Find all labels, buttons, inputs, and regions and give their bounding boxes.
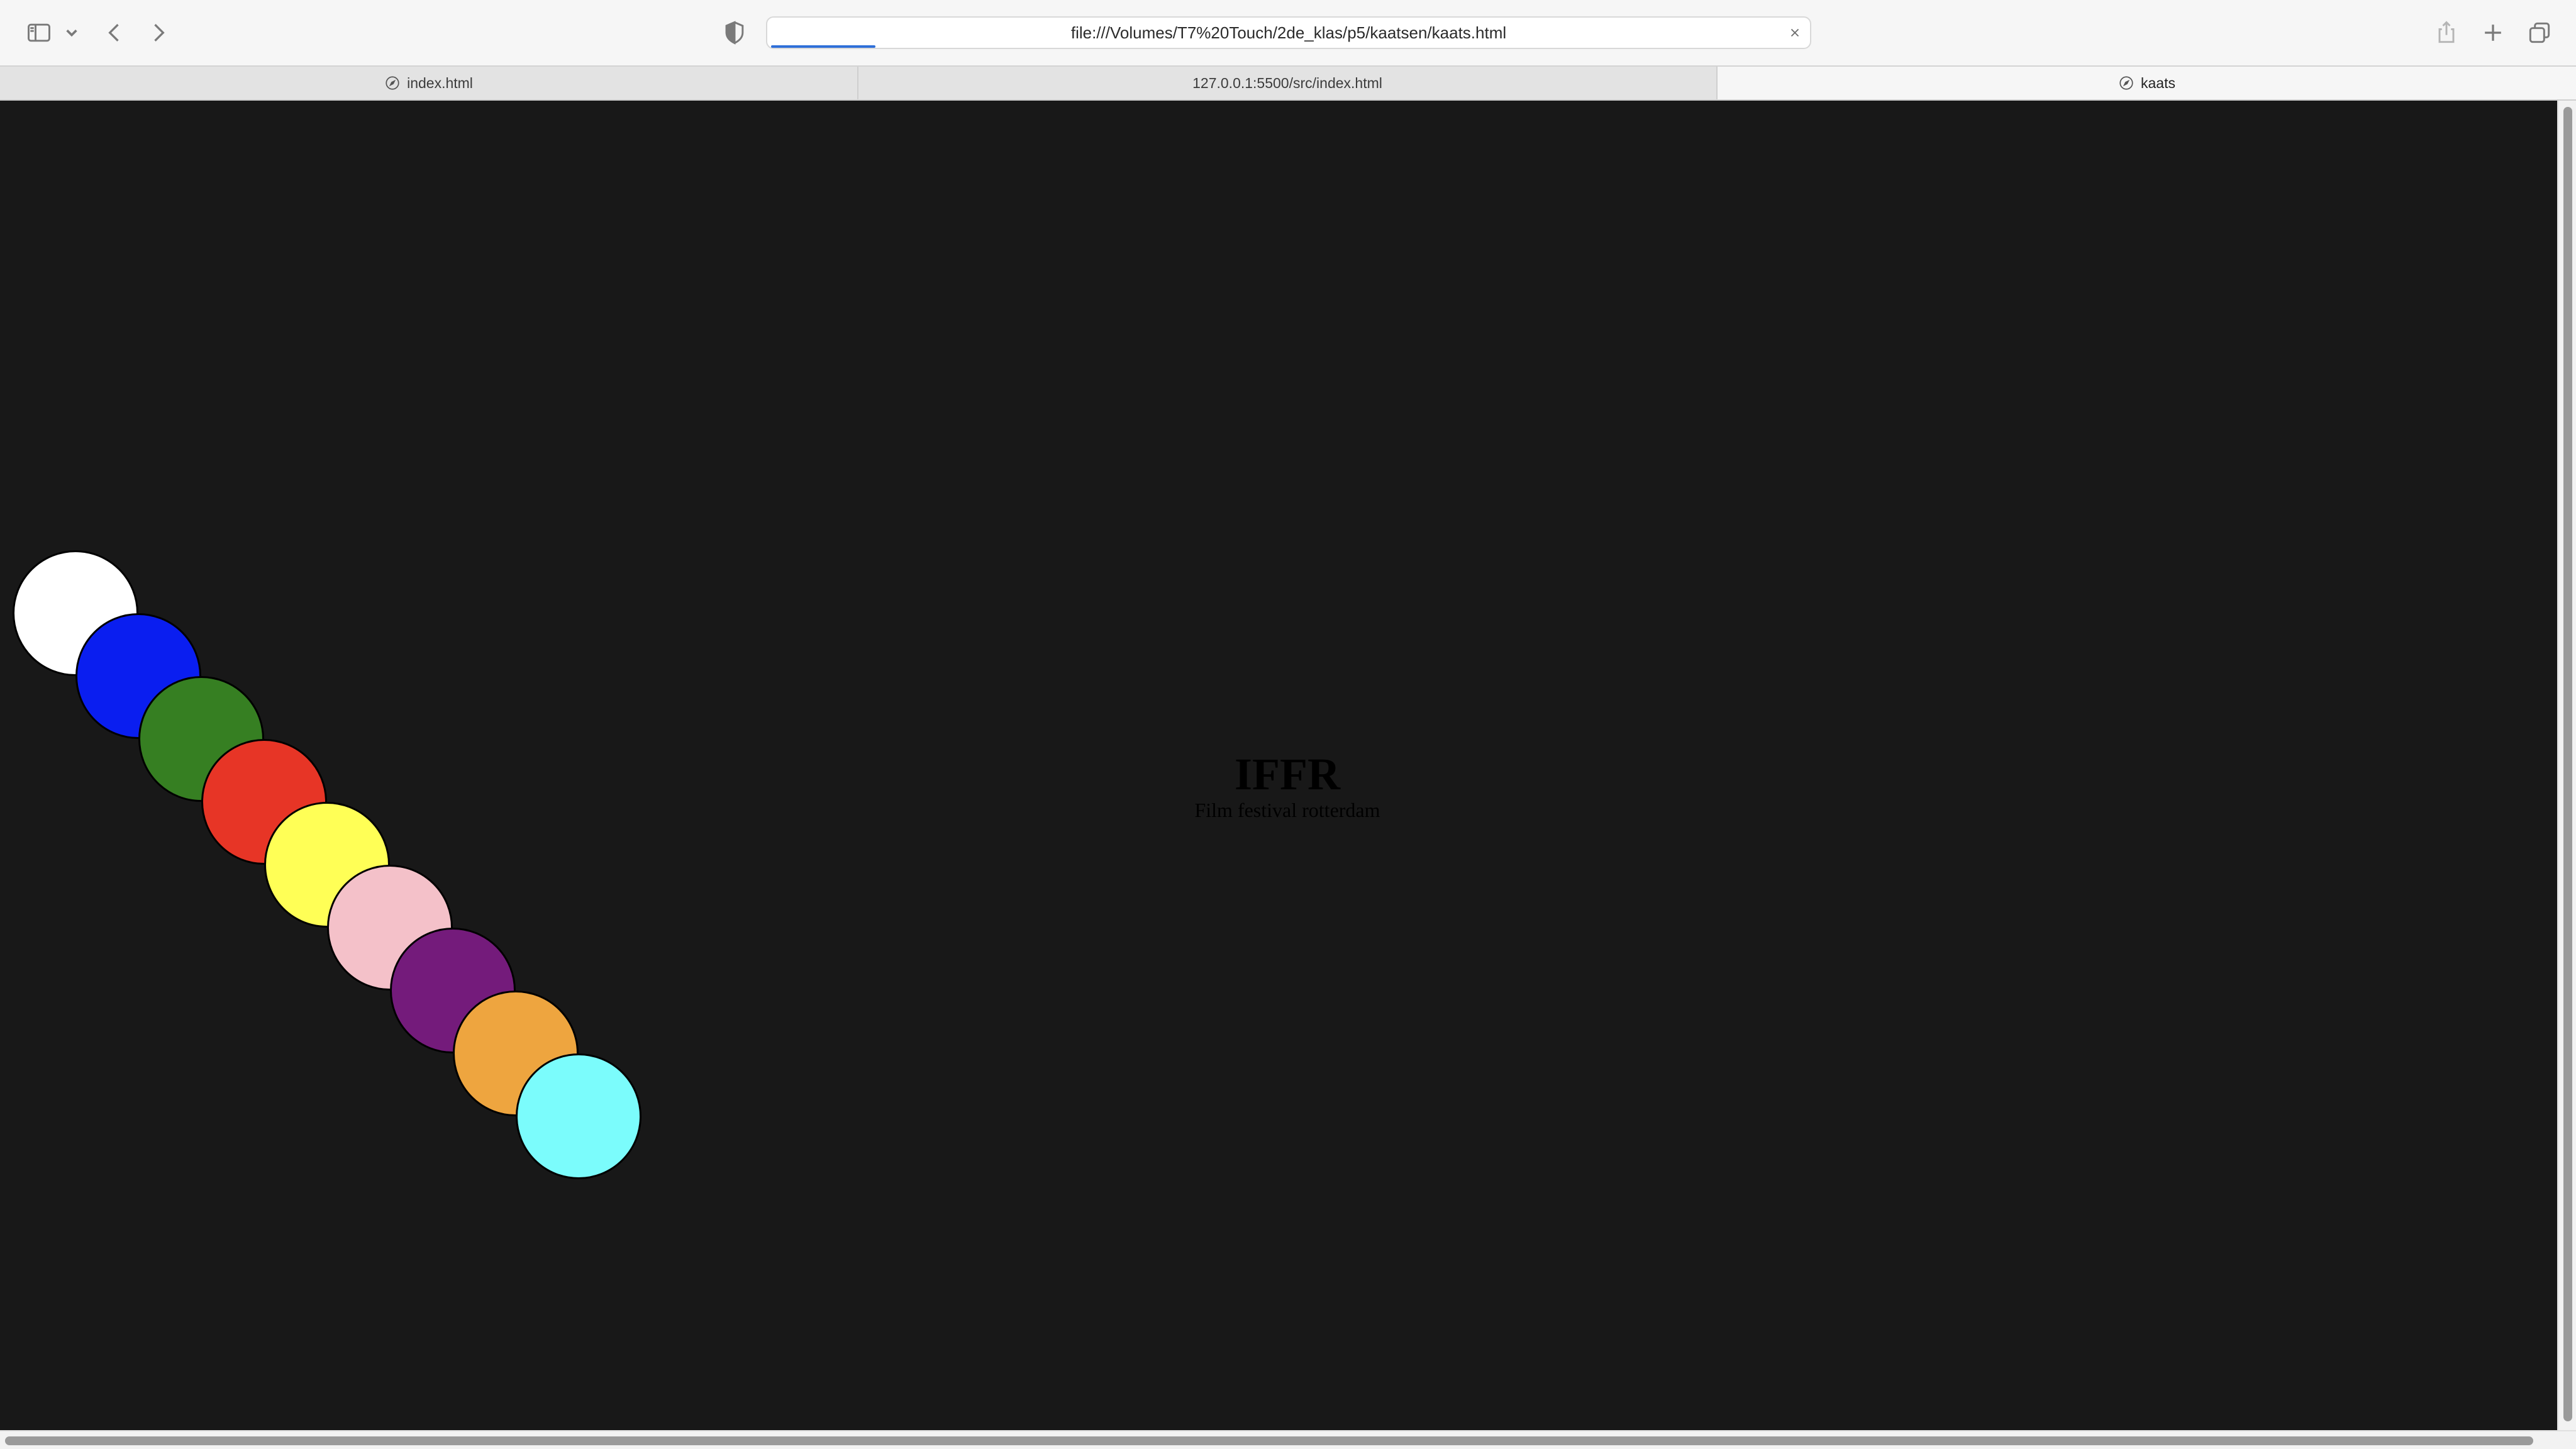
vertical-scrollbar-thumb[interactable] xyxy=(2563,107,2572,1421)
circle-cyan xyxy=(516,1053,641,1179)
tab-label: kaats xyxy=(2141,74,2175,91)
back-icon[interactable] xyxy=(98,16,131,49)
tab-localhost[interactable]: 127.0.0.1:5500/src/index.html xyxy=(858,67,1718,99)
horizontal-scrollbar[interactable] xyxy=(0,1430,2576,1449)
browser-toolbar: file:///Volumes/T7%20Touch/2de_klas/p5/k… xyxy=(0,0,2576,65)
page-load-progress xyxy=(771,45,875,48)
tab-kaats[interactable]: kaats xyxy=(1718,67,2576,99)
chevron-down-icon[interactable] xyxy=(55,16,88,49)
sidebar-icon[interactable] xyxy=(23,16,55,49)
horizontal-scrollbar-thumb[interactable] xyxy=(5,1436,2533,1445)
close-icon[interactable] xyxy=(1786,24,1804,42)
page-canvas[interactable]: IFFR Film festival rotterdam xyxy=(0,101,2557,1430)
tab-label: 127.0.0.1:5500/src/index.html xyxy=(1192,74,1382,91)
compass-icon xyxy=(384,75,401,91)
tabs-overview-icon[interactable] xyxy=(2523,16,2556,49)
address-bar[interactable]: file:///Volumes/T7%20Touch/2de_klas/p5/k… xyxy=(766,16,1811,49)
page-heading: IFFR xyxy=(1235,749,1340,799)
tab-label: index.html xyxy=(407,74,473,91)
tab-bar: index.html 127.0.0.1:5500/src/index.html… xyxy=(0,65,2576,101)
compass-icon xyxy=(2118,75,2135,91)
plus-icon[interactable] xyxy=(2477,16,2509,49)
url-text[interactable]: file:///Volumes/T7%20Touch/2de_klas/p5/k… xyxy=(767,18,1810,48)
tab-index-html[interactable]: index.html xyxy=(0,67,858,99)
shield-icon[interactable] xyxy=(718,16,751,49)
vertical-scrollbar[interactable] xyxy=(2557,101,2576,1430)
forward-icon[interactable] xyxy=(142,16,175,49)
share-icon[interactable] xyxy=(2430,16,2463,49)
page-subheading: Film festival rotterdam xyxy=(1194,799,1380,821)
